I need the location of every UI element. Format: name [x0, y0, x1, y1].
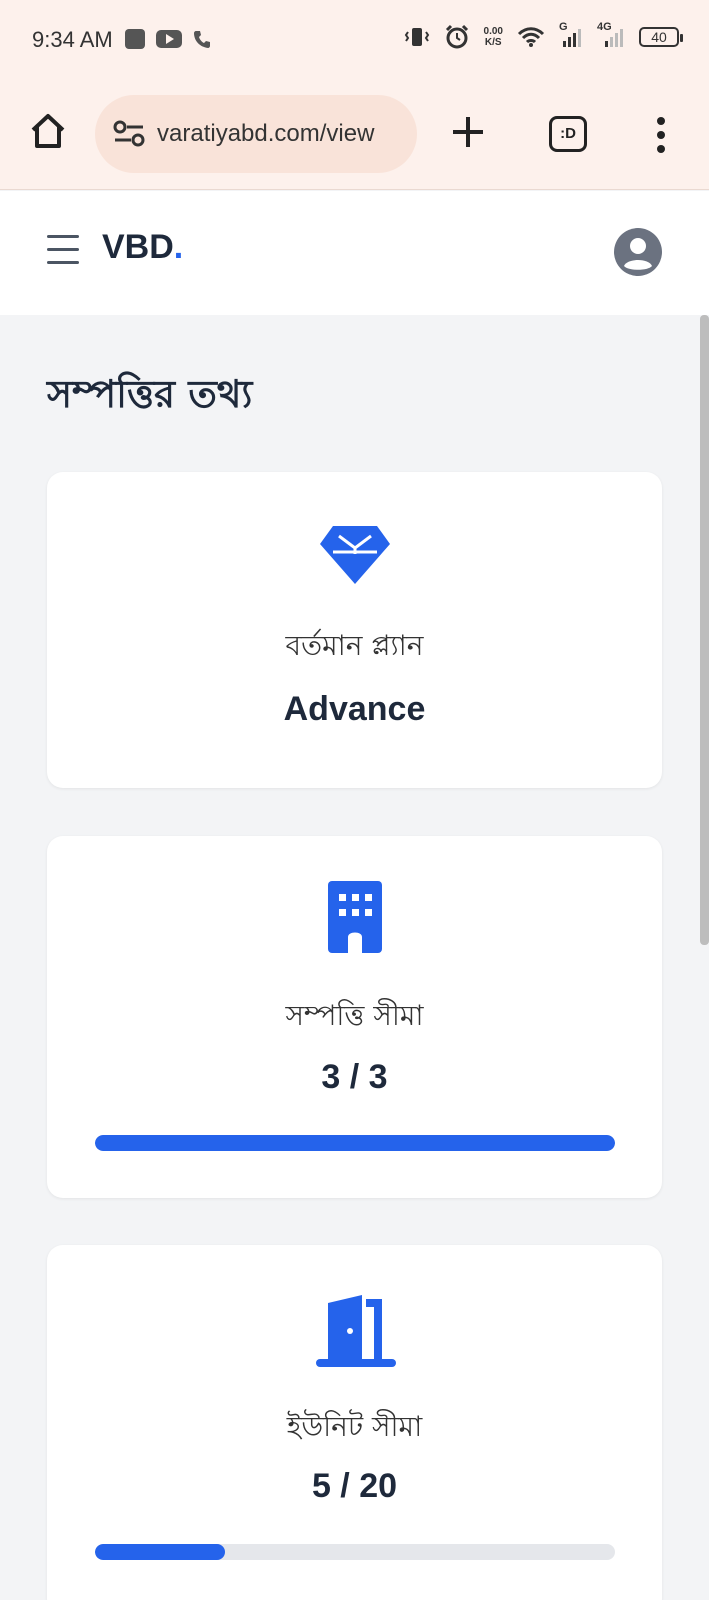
card-label: সম্পত্তি সীমা — [285, 999, 424, 1032]
app-notification-icon — [125, 29, 145, 49]
menu-icon[interactable] — [47, 235, 79, 265]
more-options-icon[interactable] — [656, 116, 666, 154]
youtube-icon — [156, 30, 182, 48]
progress-fill — [95, 1135, 615, 1151]
site-settings-icon[interactable] — [113, 120, 145, 148]
wifi-icon — [517, 27, 545, 47]
url-text[interactable]: varatiyabd.com/view — [157, 120, 374, 148]
browser-toolbar: varatiyabd.com/view :D — [0, 80, 709, 190]
signal-strength-1: G — [559, 21, 583, 49]
building-icon — [327, 881, 382, 953]
card-value: 5 / 20 — [311, 1467, 398, 1505]
new-tab-icon[interactable] — [450, 114, 486, 150]
status-time: 9:34 AM — [32, 27, 113, 52]
user-avatar-icon[interactable] — [614, 228, 662, 276]
card-label: ইউনিট সীমা — [286, 1410, 423, 1443]
page-title: সম্পত্তির তথ্য — [47, 372, 253, 416]
signal-icon — [563, 29, 581, 47]
card-value: Advance — [283, 690, 426, 728]
unit-limit-card: ইউনিট সীমা 5 / 20 — [47, 1245, 662, 1600]
card-value: 3 / 3 — [321, 1058, 388, 1096]
home-icon[interactable] — [28, 111, 68, 151]
diamond-icon — [319, 526, 390, 584]
signal-icon — [605, 29, 623, 47]
site-logo[interactable]: VBD. — [102, 228, 183, 267]
card-label: বর্তমান প্ল্যান — [285, 629, 424, 662]
property-progress-bar — [95, 1135, 615, 1151]
site-header: VBD. — [0, 191, 709, 315]
property-limit-card: সম্পত্তি সীমা 3 / 3 — [47, 836, 662, 1198]
notification-icons — [124, 28, 212, 50]
tab-switcher-button[interactable]: :D — [549, 116, 587, 152]
network-speed: 0.00 K/S — [483, 26, 503, 48]
vibrate-icon — [404, 28, 429, 46]
battery-indicator: 40 — [639, 27, 683, 47]
door-open-icon — [315, 1295, 396, 1367]
progress-fill — [95, 1544, 225, 1560]
signal-strength-2: 4G — [597, 21, 625, 49]
alarm-icon — [445, 24, 468, 49]
current-plan-card: বর্তমান প্ল্যান Advance — [47, 472, 662, 788]
status-bar: 9:34 AM 0.00 K/S G 4G 40 — [0, 0, 709, 80]
phone-icon — [194, 31, 210, 48]
address-bar[interactable]: varatiyabd.com/view — [95, 95, 417, 173]
page-scrollbar[interactable] — [700, 315, 709, 945]
unit-progress-bar — [95, 1544, 615, 1560]
